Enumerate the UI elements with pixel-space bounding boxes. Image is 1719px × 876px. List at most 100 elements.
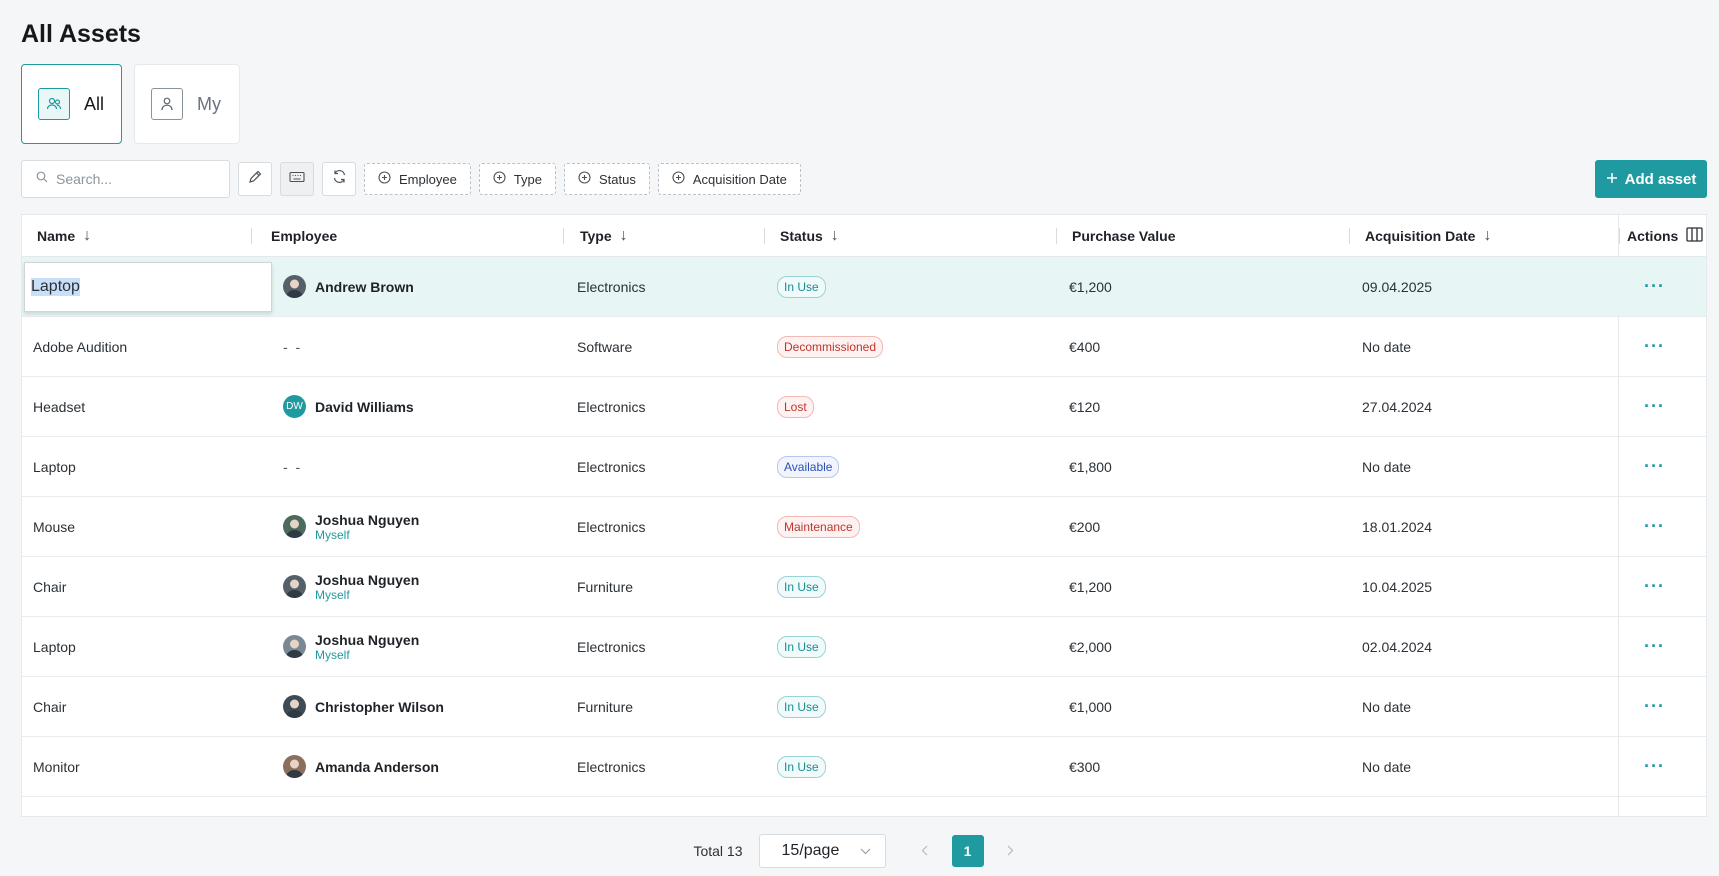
column-divider [1056, 228, 1057, 244]
table-row[interactable]: Chair Christopher Wilson Furniture In Us… [22, 677, 1706, 737]
table-row[interactable]: Monitor Amanda Anderson Electronics In U… [22, 737, 1706, 797]
status-badge: Maintenance [777, 515, 860, 538]
cell-name[interactable]: Headset [33, 377, 85, 436]
employee-name: Andrew Brown [315, 278, 414, 295]
cell-purchase-value: €400 [1069, 338, 1101, 355]
cell-employee[interactable]: Amanda Anderson [283, 737, 439, 796]
cell-employee[interactable]: Joshua Nguyen Myself [283, 497, 419, 556]
table-row[interactable]: Headset DW David Williams Electronics Lo… [22, 377, 1706, 437]
cell-acquisition-date: 02.04.2024 [1362, 638, 1433, 655]
tab-all[interactable]: All [21, 64, 122, 144]
cell-acquisition-date: 09.04.2025 [1362, 278, 1433, 295]
col-employee[interactable]: Employee [251, 215, 337, 257]
name-edit-value: Laptop [31, 278, 80, 296]
assets-table: Name ↓ Employee Type ↓ Status ↓ Purchase… [21, 214, 1707, 817]
plus-circle-icon [378, 171, 391, 187]
more-actions-icon[interactable]: ··· [1644, 276, 1665, 297]
more-actions-icon[interactable]: ··· [1644, 396, 1665, 417]
employee-sub-label: Myself [315, 647, 350, 662]
page-button-current[interactable]: 1 [951, 835, 984, 867]
cell-type: Furniture [577, 578, 634, 595]
cell-employee-empty: - - [283, 458, 303, 475]
filter-status[interactable]: Status [564, 163, 650, 195]
name-edit-input[interactable]: Laptop [24, 262, 272, 312]
col-status[interactable]: Status ↓ [764, 215, 839, 257]
more-actions-icon[interactable]: ··· [1644, 756, 1665, 777]
edit-button[interactable] [238, 162, 272, 196]
table-row[interactable]: Chair Joshua Nguyen Myself Furniture In … [22, 557, 1706, 617]
prev-page-button[interactable] [910, 836, 940, 866]
more-actions-icon[interactable]: ··· [1644, 636, 1665, 657]
cell-type: Electronics [577, 458, 646, 475]
refresh-icon [332, 169, 347, 189]
cell-name[interactable]: Chair [33, 677, 66, 736]
more-actions-icon[interactable]: ··· [1644, 456, 1665, 477]
col-acquisition-date[interactable]: Acquisition Date ↓ [1349, 215, 1491, 257]
search-input[interactable] [56, 171, 216, 187]
cell-employee[interactable]: Joshua Nguyen Myself [283, 617, 419, 676]
more-actions-icon[interactable]: ··· [1644, 336, 1665, 357]
filter-employee[interactable]: Employee [364, 163, 471, 195]
more-actions-icon[interactable]: ··· [1644, 516, 1665, 537]
keyboard-button[interactable] [280, 162, 314, 196]
columns-icon[interactable] [1686, 227, 1703, 245]
filter-acquisition-date[interactable]: Acquisition Date [657, 163, 801, 195]
status-badge: In Use [777, 635, 826, 658]
cell-purchase-value: €1,800 [1069, 458, 1112, 475]
table-body: Laptop Andrew Brown Electronics In Use €… [22, 257, 1706, 816]
cell-employee[interactable]: Christopher Wilson [283, 677, 444, 736]
col-name[interactable]: Name ↓ [37, 215, 91, 257]
avatar [283, 695, 306, 718]
next-page-button[interactable] [996, 836, 1026, 866]
employee-name: Joshua Nguyen [315, 631, 420, 648]
pagination: Total 13 15/page 1 [0, 834, 1719, 868]
more-actions-icon[interactable]: ··· [1644, 696, 1665, 717]
chevron-down-icon [860, 842, 871, 860]
cell-name[interactable]: Laptop [33, 617, 76, 676]
cell-purchase-value: €1,000 [1069, 698, 1112, 715]
cell-employee[interactable]: Joshua Nguyen Myself [283, 557, 419, 616]
status-badge: In Use [777, 755, 826, 778]
pencil-icon [248, 169, 263, 189]
add-asset-label: Add asset [1624, 170, 1697, 188]
tab-all-label: All [84, 93, 105, 114]
col-type[interactable]: Type ↓ [563, 215, 628, 257]
cell-type: Software [577, 338, 633, 355]
add-asset-button[interactable]: Add asset [1595, 160, 1707, 198]
view-tabs: All My [21, 64, 240, 144]
cell-name[interactable]: Mouse [33, 497, 75, 556]
cell-employee[interactable]: Andrew Brown [283, 257, 414, 316]
cell-acquisition-date: 10.04.2025 [1362, 578, 1433, 595]
cell-acquisition-date: No date [1362, 698, 1412, 715]
refresh-button[interactable] [322, 162, 356, 196]
cell-employee[interactable]: DW David Williams [283, 377, 414, 436]
cell-name[interactable]: Adobe Audition [33, 317, 127, 376]
tab-my[interactable]: My [134, 64, 240, 144]
cell-purchase-value: €1,200 [1069, 578, 1112, 595]
cell-name[interactable]: Laptop [33, 437, 76, 496]
table-row[interactable]: Laptop - - Electronics Available €1,800 … [22, 437, 1706, 497]
table-row[interactable]: Mouse Joshua Nguyen Myself Electronics M… [22, 497, 1706, 557]
search-box[interactable] [21, 160, 230, 198]
table-row[interactable]: Laptop Joshua Nguyen Myself Electronics … [22, 617, 1706, 677]
status-badge: Available [777, 455, 840, 478]
page-size-select[interactable]: 15/page [758, 834, 886, 868]
status-badge: Decommissioned [777, 335, 884, 358]
table-row[interactable]: Adobe Audition - - Software Decommission… [22, 317, 1706, 377]
status-badge: In Use [777, 695, 826, 718]
cell-type: Electronics [577, 518, 646, 535]
cell-type: Electronics [577, 398, 646, 415]
col-purchase-value[interactable]: Purchase Value [1056, 215, 1176, 257]
keyboard-icon [289, 170, 305, 188]
cell-name[interactable]: Chair [33, 557, 66, 616]
column-divider [563, 228, 564, 244]
table-row[interactable]: Laptop Andrew Brown Electronics In Use €… [22, 257, 1706, 317]
filter-type[interactable]: Type [478, 163, 556, 195]
plus-icon [1606, 171, 1618, 188]
cell-name[interactable]: Monitor [33, 737, 80, 796]
cell-type: Electronics [577, 758, 646, 775]
avatar-initials: DW [286, 401, 303, 412]
avatar [283, 575, 306, 598]
avatar [283, 755, 306, 778]
more-actions-icon[interactable]: ··· [1644, 576, 1665, 597]
